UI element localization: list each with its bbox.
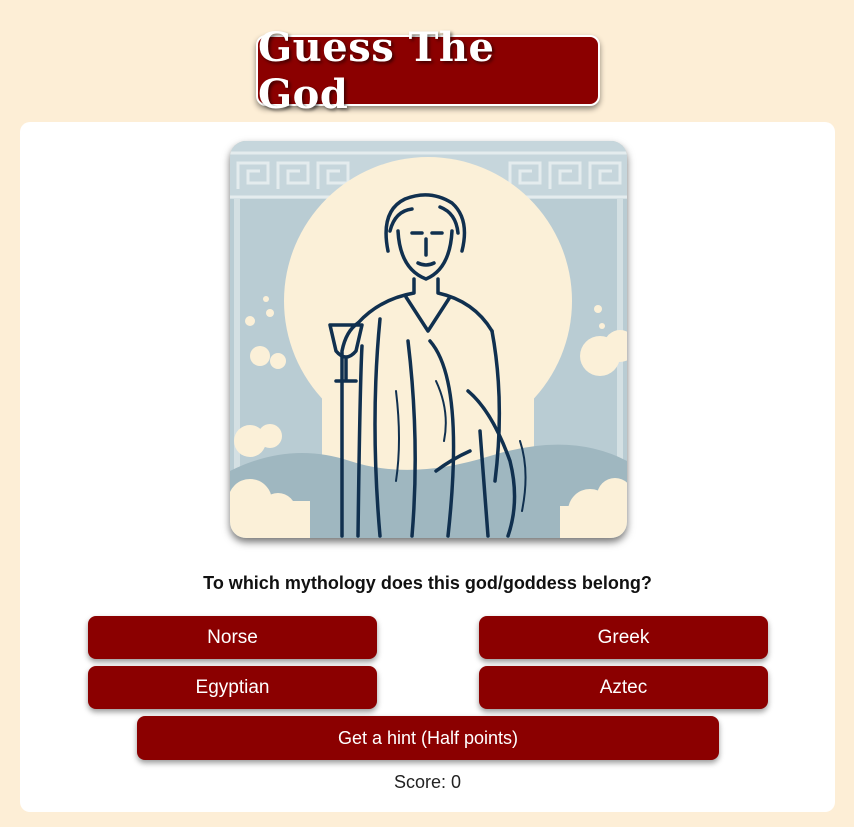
option-aztec-button[interactable]: Aztec [479, 666, 768, 709]
option-norse-button[interactable]: Norse [88, 616, 377, 659]
title-banner: Guess The God [256, 24, 600, 118]
question-text: To which mythology does this god/goddess… [203, 573, 652, 593]
page-title: Guess The God [256, 24, 600, 118]
quiz-card: To which mythology does this god/goddess… [20, 122, 835, 812]
god-illustration [230, 141, 627, 538]
option-egyptian-button[interactable]: Egyptian [88, 666, 377, 709]
option-greek-button[interactable]: Greek [479, 616, 768, 659]
score-display: Score: 0 [393, 772, 462, 792]
god-illustration-svg [230, 141, 627, 538]
hint-button[interactable]: Get a hint (Half points) [137, 716, 719, 760]
